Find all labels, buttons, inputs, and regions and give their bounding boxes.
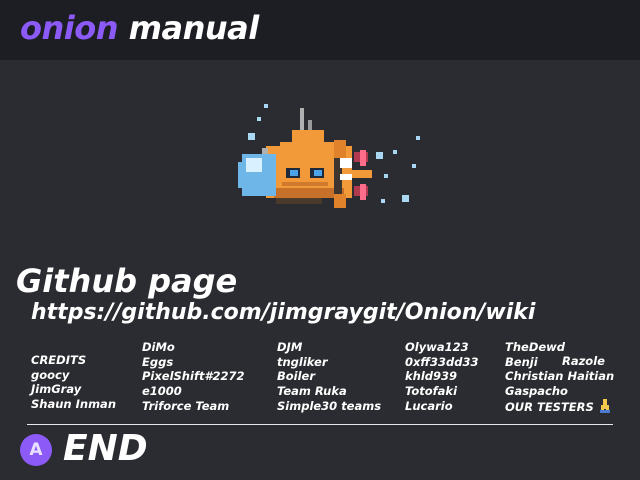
credit-name: TheDewd — [505, 340, 566, 354]
credit-name: Simple30 teams — [277, 398, 382, 413]
credit-name: Totofaki — [405, 384, 458, 399]
app-title: onion manual — [20, 9, 259, 47]
credit-name: PixelShift#2272 — [142, 369, 245, 384]
credits-column-3: DJM tngliker Boiler Team Ruka Simple30 t… — [277, 340, 381, 413]
credit-name: Eggs — [142, 354, 174, 369]
credit-name: e1000 — [142, 384, 182, 399]
app-title-accent: onion — [20, 9, 119, 47]
credit-testers: OUR TESTERS — [505, 398, 614, 414]
credit-name: goocy — [31, 367, 70, 382]
credit-name: khld939 — [405, 369, 458, 384]
credits-column-5: TheDewd Benji Christian Haitian Gaspacho… — [505, 340, 615, 414]
credit-name: Razole — [562, 354, 605, 368]
app-title-rest: manual — [128, 9, 260, 47]
credit-name: CREDITS — [31, 353, 87, 367]
credit-name: Shaun Inman — [31, 397, 117, 412]
credits-column-1: CREDITS goocy JimGray Shaun Inman — [31, 353, 116, 412]
credit-name: tngliker — [277, 354, 328, 369]
praying-hands-icon — [599, 398, 610, 413]
credit-name: Christian Haitian — [505, 369, 615, 384]
credit-name: Olywa123 — [405, 340, 469, 354]
a-button-icon[interactable]: A — [20, 434, 52, 466]
credit-name: Lucario — [405, 398, 453, 413]
footer-divider — [27, 424, 613, 425]
onion-submarine-icon — [238, 104, 420, 208]
github-url-link[interactable]: https://github.com/jimgraygit/Onion/wiki — [31, 300, 535, 325]
top-bar: onion manual — [0, 0, 640, 60]
credit-name: 0xff33dd33 — [405, 354, 479, 369]
credit-name: Boiler — [277, 369, 316, 384]
credit-name: DJM — [277, 340, 303, 354]
credit-name: DiMo — [142, 340, 175, 354]
credit-name: JimGray — [31, 382, 82, 397]
credit-name: Triforce Team — [142, 398, 230, 413]
credit-name: OUR TESTERS — [505, 399, 594, 414]
github-page-title: Github page — [16, 262, 238, 300]
end-action-label[interactable]: END — [63, 428, 148, 469]
credit-name: Team Ruka — [277, 384, 347, 399]
credit-name: Gaspacho — [505, 384, 568, 399]
credits-column-2: DiMo Eggs PixelShift#2272 e1000 Triforce… — [142, 340, 244, 413]
credits-column-4: Olywa123 0xff33dd33 khld939 Totofaki Luc… — [405, 340, 478, 413]
